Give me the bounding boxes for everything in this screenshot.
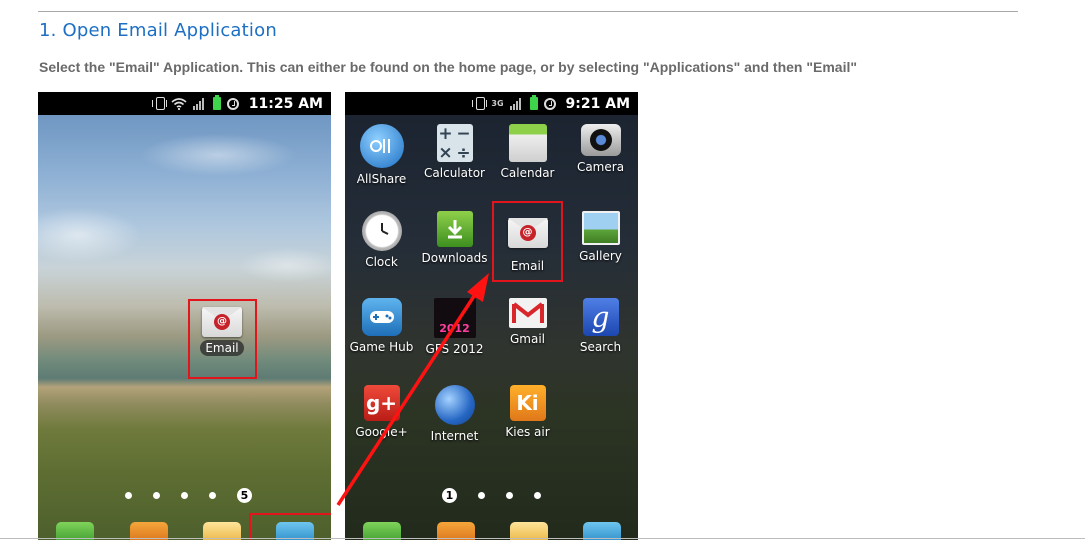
status-bar: 11:25 AM [38, 92, 331, 115]
page-dot-current: 5 [237, 488, 252, 503]
google-search-icon: g [582, 298, 619, 336]
calendar-icon [508, 124, 547, 162]
page-dot [153, 492, 160, 499]
gmail-icon [508, 298, 547, 328]
bottom-divider [0, 538, 1085, 539]
battery-icon [212, 95, 221, 110]
app-gallery[interactable]: Gallery [564, 211, 637, 263]
app-google-plus[interactable]: g+ Google+ [345, 385, 418, 439]
page-dot [181, 492, 188, 499]
alarm-icon [543, 97, 556, 110]
applications-highlight-box [249, 513, 331, 540]
app-internet[interactable]: Internet [418, 385, 491, 443]
page-dot [506, 492, 513, 499]
dock [345, 518, 638, 540]
status-time: 9:21 AM [565, 95, 630, 112]
wifi-icon [171, 97, 187, 110]
globe-icon [434, 385, 475, 425]
camera-icon [580, 124, 621, 156]
step-heading: 1. Open Email Application [39, 20, 277, 41]
app-camera[interactable]: Camera [564, 124, 637, 174]
app-search[interactable]: g Search [564, 298, 637, 354]
app-downloads[interactable]: Downloads [418, 211, 491, 265]
email-highlight-box [188, 299, 257, 379]
google-plus-icon: g+ [363, 385, 400, 421]
battery-icon [529, 95, 538, 110]
vibrate-icon [151, 97, 167, 110]
page-dot [125, 492, 132, 499]
wallpaper-clouds [38, 115, 331, 285]
page-indicator: 1 [442, 488, 541, 503]
network-type-icon: 3G [491, 98, 504, 108]
vibrate-icon [472, 97, 488, 110]
clock-icon [361, 211, 402, 251]
kies-air-icon: Ki [509, 385, 546, 421]
gallery-icon [581, 211, 620, 245]
applications-screen-screenshot: 3G 9:21 AM AllShare + − × ÷ Calculator Cale… [345, 92, 638, 540]
email-app-highlight-box [492, 201, 563, 282]
alarm-icon [226, 97, 239, 110]
signal-icon [192, 97, 207, 110]
top-divider [38, 11, 1018, 12]
app-allshare[interactable]: AllShare [345, 124, 418, 186]
downloads-icon [436, 211, 473, 247]
status-bar: 3G 9:21 AM [345, 92, 638, 115]
app-calendar[interactable]: Calendar [491, 124, 564, 180]
app-calculator[interactable]: + − × ÷ Calculator [418, 124, 491, 180]
status-time: 11:25 AM [248, 95, 323, 112]
app-game-hub[interactable]: Game Hub [345, 298, 418, 354]
app-kies-air[interactable]: Ki Kies air [491, 385, 564, 439]
page-dot [534, 492, 541, 499]
app-gmail[interactable]: Gmail [491, 298, 564, 346]
page-dot-current: 1 [442, 488, 457, 503]
app-clock[interactable]: Clock [345, 211, 418, 269]
app-gfs-2012[interactable]: 2012 GFS 2012 [418, 298, 491, 356]
gfs-icon: 2012 [433, 298, 476, 338]
page-indicator: 5 [125, 488, 252, 503]
home-screen-screenshot: 11:25 AM @ Email 5 [38, 92, 331, 540]
page-dot [209, 492, 216, 499]
page-dot [478, 492, 485, 499]
gamepad-icon [361, 298, 402, 336]
signal-icon [509, 97, 524, 110]
calculator-icon: + − × ÷ [436, 123, 473, 163]
allshare-icon [359, 124, 404, 168]
step-instruction: Select the "Email" Application. This can… [39, 59, 857, 75]
